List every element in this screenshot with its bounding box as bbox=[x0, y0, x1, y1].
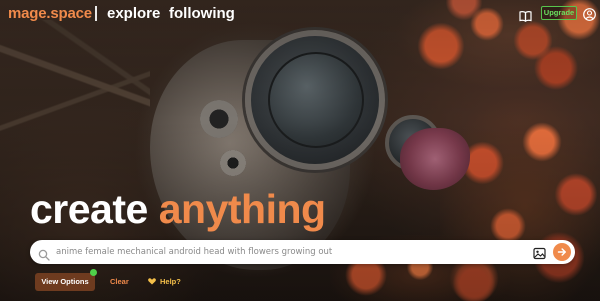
nav-divider bbox=[95, 6, 97, 21]
search-icon bbox=[38, 246, 50, 261]
book-open-icon[interactable] bbox=[519, 7, 532, 22]
site-logo[interactable]: mage.space bbox=[8, 5, 92, 22]
prompt-search-bar bbox=[30, 240, 575, 264]
hero-title-create: create bbox=[30, 186, 148, 232]
hero-title-anything: anything bbox=[158, 186, 326, 232]
prompt-input[interactable] bbox=[56, 242, 526, 262]
hand-heart-icon bbox=[148, 278, 156, 285]
view-options-button[interactable]: View Options bbox=[35, 273, 95, 291]
generate-button[interactable] bbox=[553, 243, 571, 261]
arrow-right-icon bbox=[557, 248, 566, 256]
help-label: Help? bbox=[160, 276, 181, 286]
user-circle-icon[interactable] bbox=[583, 6, 596, 21]
clear-button[interactable]: Clear bbox=[110, 277, 129, 286]
image-icon[interactable] bbox=[533, 245, 546, 260]
nav-following-link[interactable]: following bbox=[169, 5, 235, 22]
nav-explore-link[interactable]: explore bbox=[107, 5, 160, 22]
top-bar: mage.space explore following Upgrade bbox=[0, 0, 600, 28]
upgrade-button[interactable]: Upgrade bbox=[541, 6, 577, 20]
help-link[interactable]: Help? bbox=[147, 275, 181, 287]
status-indicator-dot bbox=[90, 269, 97, 276]
hero-title: create anything bbox=[30, 186, 326, 232]
